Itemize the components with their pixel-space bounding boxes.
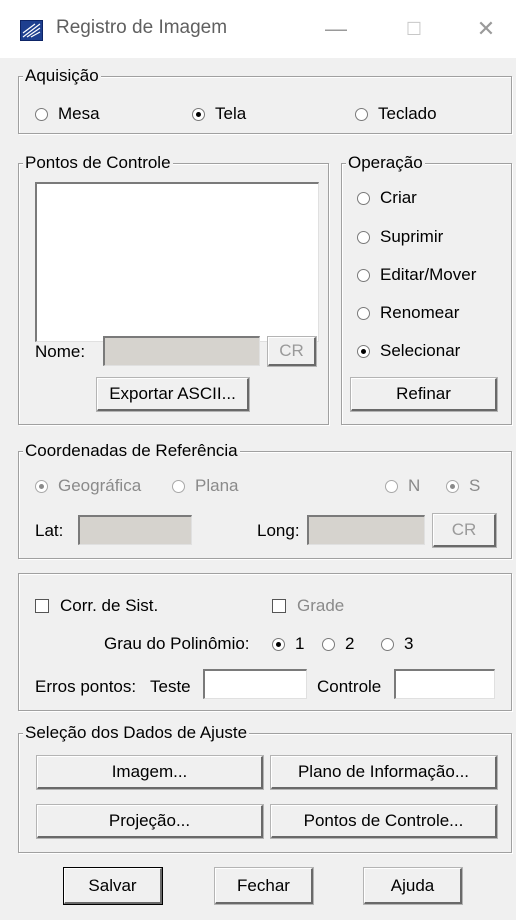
- radio-grau-1-dot: [272, 637, 285, 651]
- ajuda-button[interactable]: Ajuda: [363, 867, 463, 905]
- radio-grau-3-dot: [381, 637, 394, 651]
- radio-s-label: S: [469, 476, 481, 495]
- teste-label: Teste: [150, 677, 191, 696]
- radio-criar-label: Criar: [380, 188, 417, 207]
- pontos-controle-button[interactable]: Pontos de Controle...: [270, 804, 498, 839]
- refinar-button[interactable]: Refinar: [350, 377, 498, 412]
- coordenadas-cr-button[interactable]: CR: [432, 513, 497, 548]
- grade-label: Grade: [297, 596, 345, 615]
- pontos-controle-label: Pontos de Controle: [23, 153, 173, 173]
- radio-suprimir-dot: [357, 230, 370, 244]
- radio-mesa[interactable]: Mesa: [35, 104, 100, 124]
- radio-teclado-dot: [355, 107, 368, 121]
- radio-geografica-dot: [35, 479, 48, 493]
- long-label: Long:: [257, 521, 300, 540]
- radio-grau-3[interactable]: 3: [381, 634, 413, 654]
- operacao-label: Operação: [346, 153, 425, 173]
- radio-grau-3-label: 3: [404, 634, 414, 653]
- imagem-button[interactable]: Imagem...: [36, 755, 264, 790]
- radio-plana[interactable]: Plana: [172, 476, 238, 496]
- corr-sist-checkbox[interactable]: Corr. de Sist.: [35, 596, 158, 616]
- radio-plana-dot: [172, 479, 185, 493]
- salvar-button[interactable]: Salvar: [63, 867, 163, 905]
- controle-label: Controle: [317, 677, 382, 696]
- radio-editar-mover-label: Editar/Mover: [380, 265, 477, 284]
- maximize-button[interactable]: ☐: [394, 12, 434, 46]
- radio-grau-2-dot: [322, 637, 335, 651]
- radio-renomear-dot: [357, 306, 370, 320]
- radio-selecionar[interactable]: Selecionar: [357, 341, 460, 361]
- app-icon: [20, 20, 43, 41]
- radio-geografica[interactable]: Geográfica: [35, 476, 141, 496]
- lat-label: Lat:: [35, 521, 64, 540]
- selecao-label: Seleção dos Dados de Ajuste: [23, 723, 250, 743]
- radio-n-dot: [385, 479, 398, 493]
- corr-sist-label: Corr. de Sist.: [60, 596, 159, 615]
- grau-polinomio-label: Grau do Polinômio:: [104, 634, 250, 653]
- minimize-button[interactable]: —: [316, 12, 356, 46]
- fechar-button[interactable]: Fechar: [214, 867, 314, 905]
- radio-mesa-dot: [35, 107, 48, 121]
- nome-label: Nome:: [35, 342, 86, 361]
- close-button[interactable]: ✕: [466, 12, 506, 46]
- radio-s[interactable]: S: [446, 476, 480, 496]
- radio-editar-mover[interactable]: Editar/Mover: [357, 265, 476, 285]
- coordenadas-label: Coordenadas de Referência: [23, 441, 240, 461]
- radio-grau-2-label: 2: [345, 634, 355, 653]
- radio-teclado-label: Teclado: [378, 104, 437, 123]
- lat-field[interactable]: [78, 515, 192, 545]
- teste-field[interactable]: [203, 669, 307, 699]
- erros-pontos-label: Erros pontos:: [35, 677, 137, 696]
- radio-grau-1-label: 1: [295, 634, 305, 653]
- corr-sist-box: [35, 599, 49, 613]
- nome-field[interactable]: [103, 336, 260, 366]
- long-field[interactable]: [307, 515, 425, 545]
- grade-checkbox[interactable]: Grade: [272, 596, 344, 616]
- radio-n-label: N: [408, 476, 421, 495]
- pontos-list[interactable]: [35, 182, 319, 342]
- radio-suprimir[interactable]: Suprimir: [357, 227, 443, 247]
- controle-field[interactable]: [394, 669, 495, 699]
- radio-renomear-label: Renomear: [380, 303, 460, 322]
- radio-selecionar-dot: [357, 344, 370, 358]
- aquisicao-label: Aquisição: [23, 66, 101, 86]
- plano-informacao-button[interactable]: Plano de Informação...: [270, 755, 498, 790]
- radio-n[interactable]: N: [385, 476, 420, 496]
- title-bar: Registro de Imagem — ☐ ✕: [0, 0, 516, 58]
- radio-tela-dot: [192, 107, 205, 121]
- radio-geografica-label: Geográfica: [58, 476, 142, 495]
- window-title: Registro de Imagem: [56, 17, 228, 38]
- radio-renomear[interactable]: Renomear: [357, 303, 459, 323]
- radio-plana-label: Plana: [195, 476, 239, 495]
- radio-grau-1[interactable]: 1: [272, 634, 304, 654]
- radio-s-dot: [446, 479, 459, 493]
- pontos-cr-button[interactable]: CR: [267, 336, 317, 367]
- radio-criar[interactable]: Criar: [357, 188, 417, 208]
- radio-suprimir-label: Suprimir: [380, 227, 444, 246]
- radio-grau-2[interactable]: 2: [322, 634, 354, 654]
- radio-teclado[interactable]: Teclado: [355, 104, 437, 124]
- radio-tela[interactable]: Tela: [192, 104, 246, 124]
- radio-criar-dot: [357, 191, 370, 205]
- exportar-ascii-button[interactable]: Exportar ASCII...: [96, 377, 250, 412]
- radio-selecionar-label: Selecionar: [380, 341, 461, 360]
- radio-mesa-label: Mesa: [58, 104, 100, 123]
- radio-tela-label: Tela: [215, 104, 247, 123]
- grade-box: [272, 599, 286, 613]
- projecao-button[interactable]: Projeção...: [36, 804, 264, 839]
- radio-editar-mover-dot: [357, 268, 370, 282]
